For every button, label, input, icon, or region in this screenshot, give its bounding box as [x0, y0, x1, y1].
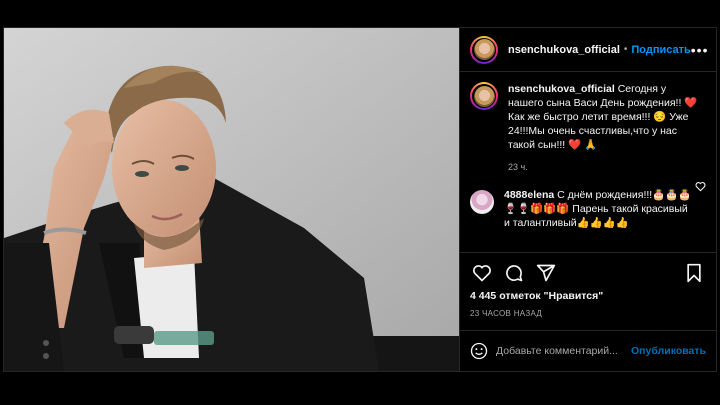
add-comment-bar: Опубликовать: [460, 330, 716, 371]
publish-button[interactable]: Опубликовать: [631, 345, 706, 357]
emoji-icon[interactable]: [470, 341, 488, 361]
share-icon[interactable]: [534, 261, 558, 285]
post-actions: [460, 252, 716, 292]
comments-list[interactable]: nsenchukova_official Сегодня у нашего сы…: [460, 72, 716, 252]
post-side-panel: nsenchukova_official • Подписать ••• nse…: [459, 28, 716, 371]
bookmark-icon[interactable]: [682, 261, 706, 285]
comment-icon[interactable]: [502, 261, 526, 285]
heart-icon[interactable]: [470, 261, 494, 285]
portrait-illustration: [4, 28, 459, 371]
caption-username[interactable]: nsenchukova_official: [508, 83, 615, 95]
author-avatar[interactable]: [470, 35, 498, 64]
follow-button[interactable]: Подписать: [631, 44, 690, 56]
commenter-avatar[interactable]: [470, 190, 494, 214]
post-photo[interactable]: [4, 28, 459, 371]
comment-like-icon[interactable]: [695, 181, 706, 192]
comment-username[interactable]: 4888elena: [504, 189, 554, 201]
post-header: nsenchukova_official • Подписать •••: [460, 28, 716, 72]
comment-input[interactable]: [496, 345, 632, 357]
post-time[interactable]: 23 ЧАСОВ НАЗАД: [470, 309, 542, 318]
caption-time[interactable]: 23 ч.: [508, 160, 698, 174]
comment-row: 4888elena С днём рождения!!!🎂🎂🎂🍷🍷🎁🎁🎁 Пар…: [470, 188, 706, 230]
likes-count[interactable]: 4 445 отметок "Нравится": [470, 290, 603, 302]
caption-row: nsenchukova_official Сегодня у нашего сы…: [470, 82, 706, 174]
caption-avatar[interactable]: [470, 82, 498, 110]
author-username[interactable]: nsenchukova_official: [508, 44, 620, 56]
post-modal: nsenchukova_official • Подписать ••• nse…: [3, 27, 717, 372]
separator-dot: •: [623, 44, 628, 55]
caption: nsenchukova_official Сегодня у нашего сы…: [508, 82, 698, 174]
more-icon[interactable]: •••: [691, 42, 709, 58]
comment: 4888elena С днём рождения!!!🎂🎂🎂🍷🍷🎁🎁🎁 Пар…: [504, 188, 694, 230]
